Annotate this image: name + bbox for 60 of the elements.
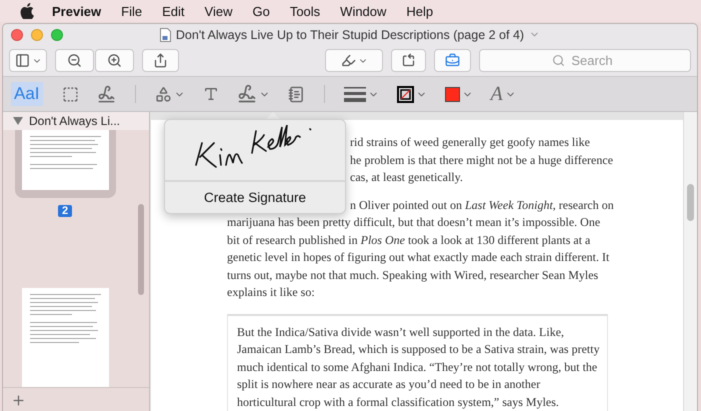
menu-item[interactable]: Help xyxy=(396,4,444,18)
scrollbar-thumb[interactable] xyxy=(138,204,144,295)
quote-line: Jamaican Lamb’s Bread, which is supposed to be a Sativa strain, was pretty xyxy=(237,341,600,358)
quote-line: But the Indica/Sativa divide wasn’t well supported in the data. Like, xyxy=(237,324,564,340)
menu-item[interactable]: Edit xyxy=(152,4,195,18)
dashed-square-icon xyxy=(62,86,79,102)
selected-thumbnail-frame[interactable] xyxy=(14,130,116,198)
text-line: cas, at least genetically. xyxy=(350,169,463,186)
menu-item[interactable]: File xyxy=(111,4,152,18)
search-field[interactable]: Search xyxy=(479,49,691,72)
menu-item[interactable]: Window xyxy=(330,4,396,18)
zoom-out-button[interactable] xyxy=(55,49,94,72)
menu-item[interactable]: Go xyxy=(242,4,280,18)
scrollbar-thumb[interactable] xyxy=(687,184,694,221)
markup-toolbar-button[interactable] xyxy=(434,49,471,72)
sidebar-title: Don't Always Li... xyxy=(29,114,120,128)
zoom-in-button[interactable] xyxy=(95,49,134,72)
text-line: explains it like so: xyxy=(227,284,315,301)
squiggle-icon xyxy=(96,84,116,104)
close-button[interactable] xyxy=(11,28,23,40)
rotate-icon xyxy=(401,53,416,68)
zoom-button[interactable] xyxy=(51,28,63,40)
page-thumbnail[interactable] xyxy=(22,130,108,190)
sidebar-button[interactable] xyxy=(9,49,47,72)
text-line: n Oliver pointed out on Last Week Tonight, research on xyxy=(350,196,614,214)
document-icon xyxy=(160,28,171,42)
quote-line: split is nowhere near as accurate as you’d need to be in another xyxy=(237,376,540,393)
share-icon xyxy=(153,53,168,68)
font-tool[interactable]: A xyxy=(482,82,525,106)
page-thumbnail[interactable] xyxy=(22,288,108,387)
apple-logo-icon[interactable] xyxy=(20,3,34,19)
toolbox-icon xyxy=(445,53,460,68)
text-line: marijuana has been pretty difficult, but that doesn’t mean it’s impossible. One xyxy=(227,214,600,231)
create-signature-button[interactable]: Create Signature xyxy=(165,182,345,213)
text-line: he problem is that there might not be a huge difference xyxy=(350,152,614,169)
highlighter-icon xyxy=(340,53,356,68)
note-icon xyxy=(288,86,305,102)
menu-item[interactable]: View xyxy=(194,4,242,18)
page-number: 2 xyxy=(58,205,72,217)
search-icon xyxy=(552,54,565,67)
quote-line: much identical to some Afghani Indica. “They’re not totally wrong, but the xyxy=(237,358,598,376)
zoom-out-icon xyxy=(67,53,82,68)
text-line: rid strains of weed generally get goofy names like xyxy=(350,134,590,151)
text-icon xyxy=(202,86,219,102)
zoom-in-icon xyxy=(107,53,122,68)
window-title: Don't Always Live Up to Their Stupid Descriptions (page 2 of 4) xyxy=(176,28,524,42)
menu-item[interactable]: Tools xyxy=(280,4,330,18)
rotate-button[interactable] xyxy=(391,49,426,72)
highlight-button[interactable] xyxy=(325,49,383,72)
app-menu[interactable]: Preview xyxy=(42,4,112,18)
text-line: turns out, maybe not that much. Speaking with Wired, researcher Sean Myles xyxy=(227,266,598,284)
quote-line: horticultural crop with a formal classification system,” says Myles. xyxy=(237,394,559,411)
share-button[interactable] xyxy=(142,49,179,72)
lines-icon xyxy=(344,86,366,102)
add-icon[interactable] xyxy=(11,392,26,408)
text-line: genetic level in hopes of figuring out what exactly made each strain different. It xyxy=(227,249,610,266)
signature-icon xyxy=(236,84,257,104)
sidebar-icon xyxy=(14,53,30,68)
text-line: bit of research published in Plos One took a look at 130 different plants at a xyxy=(227,232,590,248)
shapes-icon xyxy=(154,86,172,102)
